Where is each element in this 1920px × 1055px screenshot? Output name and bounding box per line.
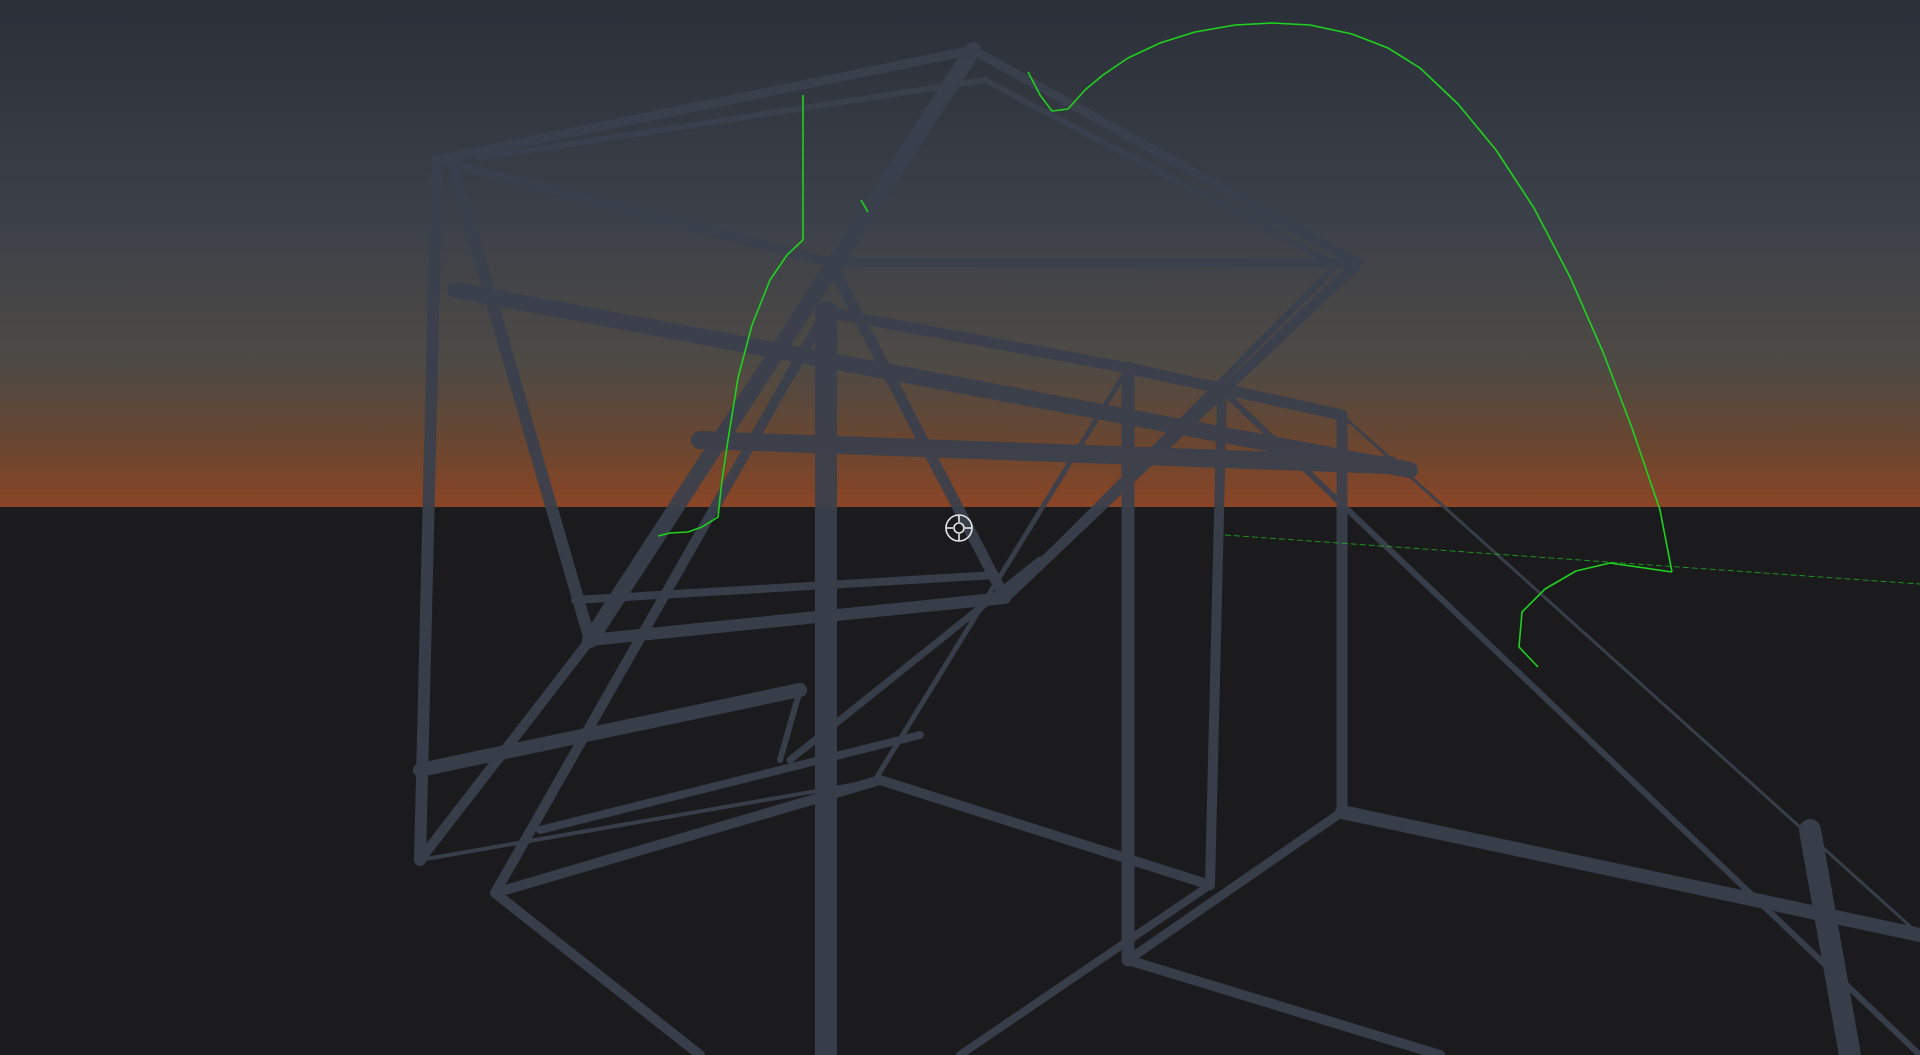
- game-viewport[interactable]: [0, 0, 1920, 1055]
- crosshair-reticle-icon: [943, 512, 975, 544]
